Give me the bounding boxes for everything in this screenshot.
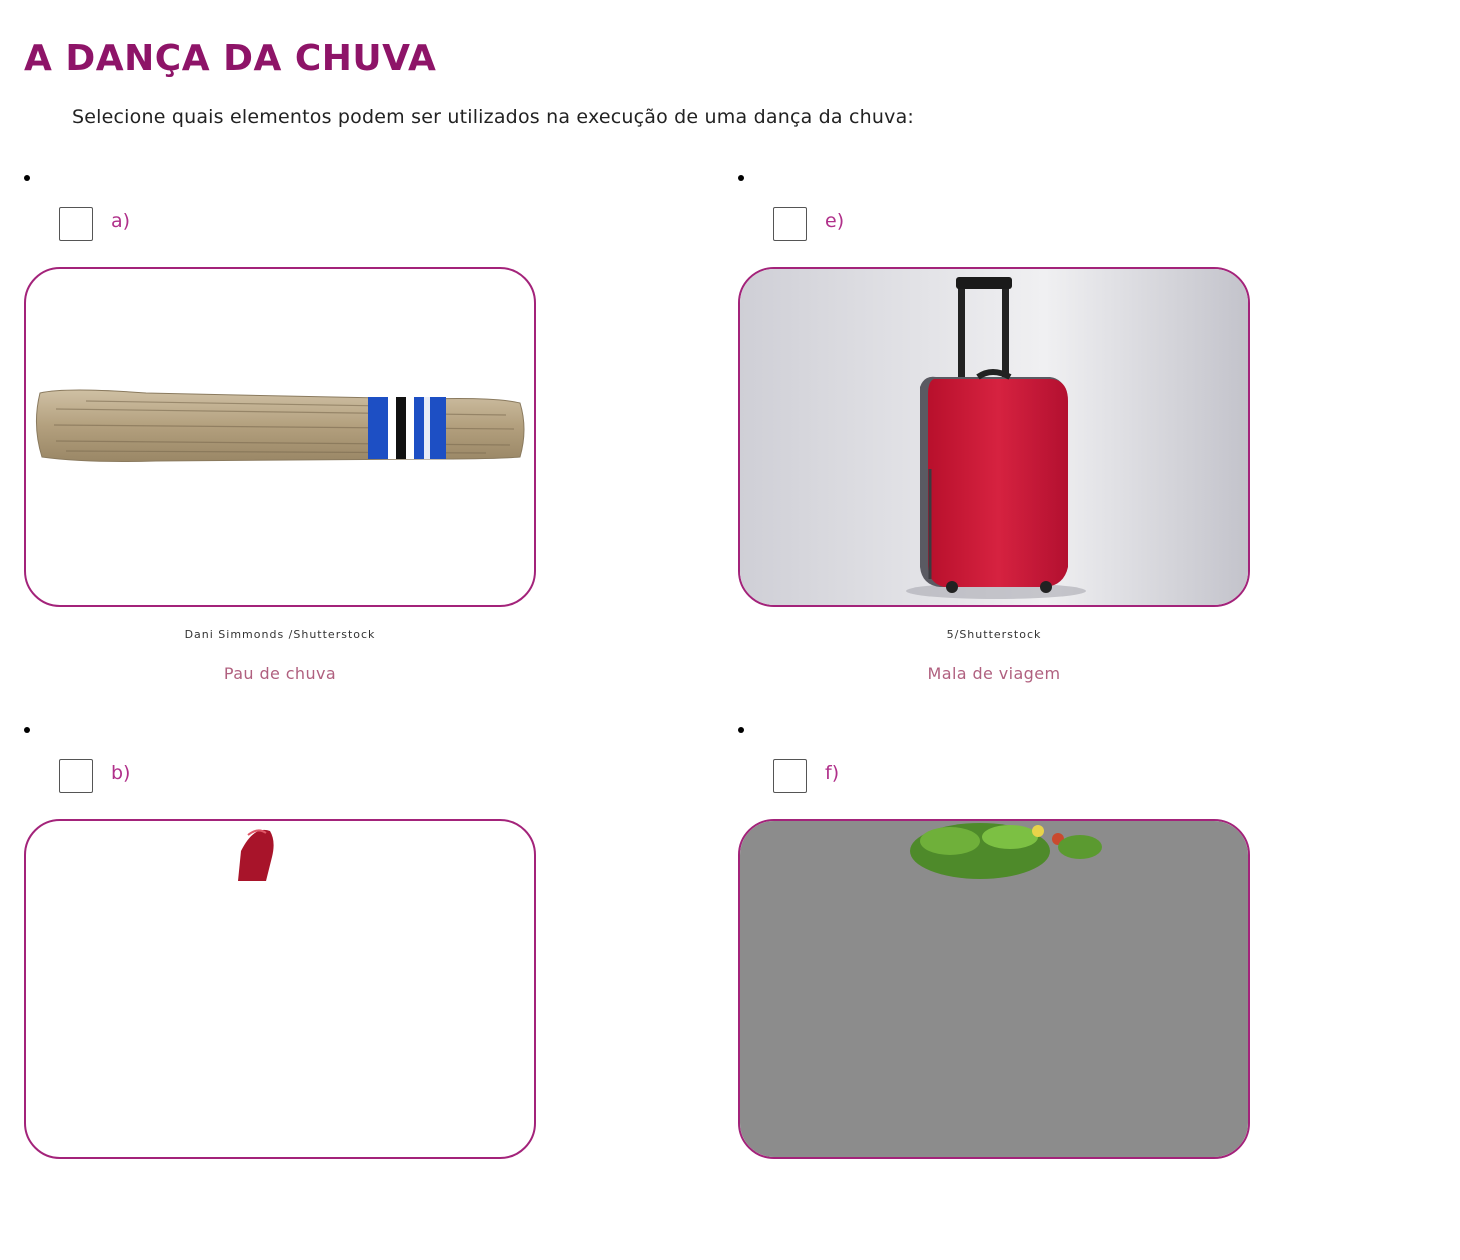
rain-stick-illustration [35, 389, 525, 462]
page-title: A DANÇA DA CHUVA [24, 38, 437, 79]
bullet-marker [24, 727, 30, 733]
image-credit: Dani Simmonds /Shutterstock [184, 628, 376, 641]
option-item-e: e) 5/Shutterstock Mala de viagem [738, 168, 1258, 708]
bullet-marker [738, 727, 744, 733]
rain-stick-image [24, 267, 536, 607]
suitcase-image [738, 267, 1250, 607]
option-a-caption: Pau de chuva [223, 664, 337, 683]
option-e-label: e) [825, 210, 845, 232]
option-item-a: a) Dani Simmonds /Shutterstock Pau de ch… [24, 168, 544, 708]
option-item-b: b) [24, 720, 544, 1260]
option-f-label: f) [825, 762, 840, 784]
red-object-image [24, 819, 536, 1159]
suitcase-illustration [740, 269, 1248, 605]
red-object-illustration [238, 829, 274, 881]
bullet-marker [24, 175, 30, 181]
option-e-caption: Mala de viagem [927, 664, 1061, 683]
option-e-checkbox[interactable] [773, 207, 807, 241]
option-item-f: f) [738, 720, 1258, 1260]
option-a-checkbox[interactable] [59, 207, 93, 241]
plant-image [738, 819, 1250, 1159]
option-f-checkbox[interactable] [773, 759, 807, 793]
bullet-marker [738, 175, 744, 181]
image-credit: 5/Shutterstock [946, 628, 1042, 641]
instruction-text: Selecione quais elementos podem ser util… [72, 106, 915, 128]
option-b-checkbox[interactable] [59, 759, 93, 793]
option-b-label: b) [111, 762, 131, 784]
option-a-label: a) [111, 210, 131, 232]
plant-illustration [740, 821, 1248, 1157]
